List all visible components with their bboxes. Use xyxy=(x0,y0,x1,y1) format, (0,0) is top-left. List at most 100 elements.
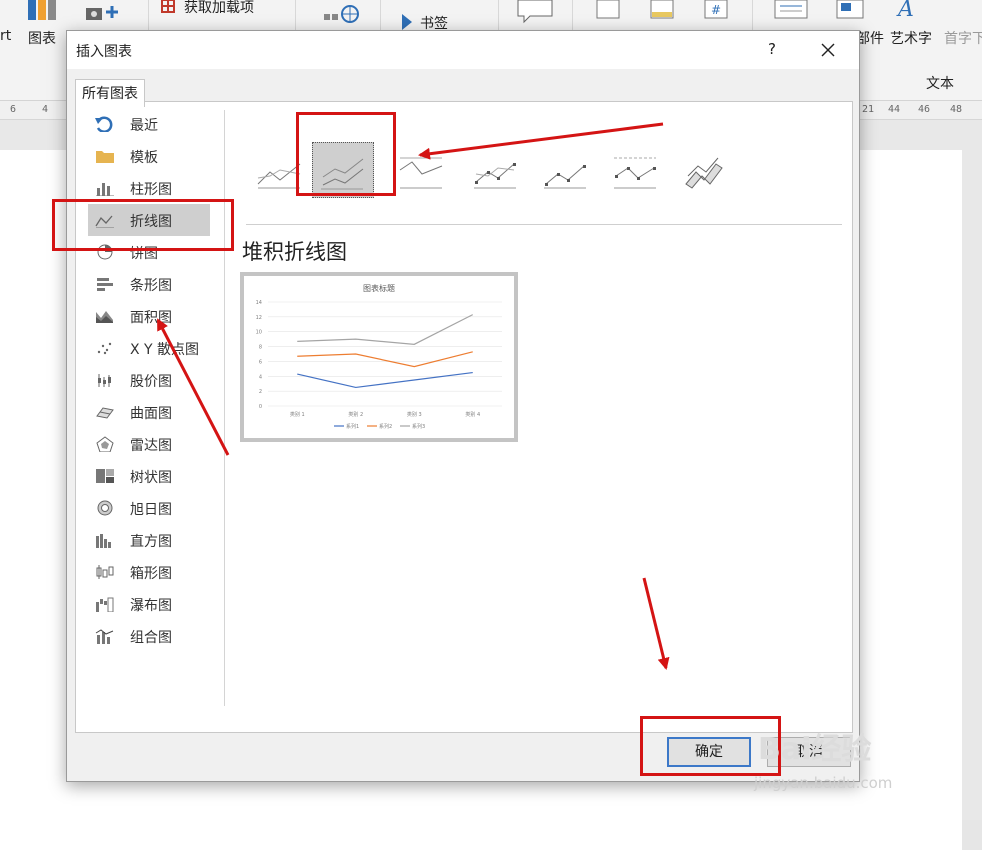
chart-subtype-line[interactable] xyxy=(250,142,312,198)
ruler-mark: 44 xyxy=(888,104,901,115)
textbox-icon[interactable] xyxy=(774,0,810,20)
chart-subtype-stacked-line[interactable] xyxy=(312,142,374,198)
close-icon[interactable] xyxy=(815,37,841,63)
x-tick-label: 类别 2 xyxy=(348,411,363,418)
chart-subtype-line-with-markers[interactable] xyxy=(466,142,528,198)
addin-icon xyxy=(161,0,175,13)
chart-category-label: 雷达图 xyxy=(130,438,172,454)
chart-category-label: 折线图 xyxy=(130,214,172,230)
waterfall-chart-icon xyxy=(96,597,114,612)
y-tick-label: 8 xyxy=(259,345,262,351)
y-tick-label: 6 xyxy=(259,359,262,365)
y-tick-label: 14 xyxy=(256,300,262,306)
chart-category-label: 曲面图 xyxy=(130,406,172,422)
wordart-button[interactable]: 艺术字 xyxy=(890,28,932,48)
dropcap-button[interactable]: 首字下 xyxy=(944,28,982,48)
bookmark-icon xyxy=(402,14,412,30)
stock-chart-icon xyxy=(98,374,111,387)
line-chart-icon xyxy=(544,165,586,189)
chart-category-label: X Y 散点图 xyxy=(130,342,200,358)
chart-category-label: 瀑布图 xyxy=(130,598,172,614)
box-chart-icon xyxy=(96,565,114,579)
dialog-titlebar[interactable]: 插入图表 ? xyxy=(67,31,859,69)
screenshot-icon[interactable] xyxy=(84,2,124,24)
chart-category-label: 直方图 xyxy=(130,534,172,550)
pie-chart-icon xyxy=(97,244,113,260)
preview-chart-title: 图表标题 xyxy=(363,283,395,293)
combo-chart-icon xyxy=(95,629,114,644)
svg-text:A: A xyxy=(896,0,914,20)
column-chart-icon xyxy=(96,183,114,196)
chart-category-16[interactable]: 组合图 xyxy=(88,620,210,652)
legend-label: 系列3 xyxy=(412,423,425,430)
chart-category-6[interactable]: 面积图 xyxy=(88,300,210,332)
chart-category-label: 模板 xyxy=(130,150,158,166)
quick-parts-icon[interactable] xyxy=(836,0,866,20)
chart-category-label: 旭日图 xyxy=(130,502,172,518)
help-button[interactable]: ? xyxy=(762,40,782,60)
chart-category-15[interactable]: 瀑布图 xyxy=(88,588,210,620)
bar-chart-icon xyxy=(97,278,113,291)
chart-category-1[interactable]: 模板 xyxy=(88,140,210,172)
sunburst-chart-icon xyxy=(97,500,113,516)
chart-category-2[interactable]: 柱形图 xyxy=(88,172,210,204)
y-tick-label: 0 xyxy=(259,404,262,410)
x-tick-label: 类别 4 xyxy=(465,411,480,418)
divider xyxy=(246,224,842,225)
preview-chart-svg: 图表标题 0 2 4 6 8 10 12 14 类别 1 类别 2 类别 3 类别 4 系列1 系列2 系列3 xyxy=(256,283,502,430)
chart-category-10[interactable]: 雷达图 xyxy=(88,428,210,460)
x-tick-label: 类别 1 xyxy=(290,411,305,418)
chart-subtype-percent-stacked-line[interactable] xyxy=(392,142,454,198)
line-chart-icon xyxy=(474,163,516,189)
scatter-chart-icon xyxy=(97,342,112,355)
chart-button[interactable]: 图表 xyxy=(28,28,56,48)
ruler-mark: 46 xyxy=(918,104,931,115)
dialog-title: 插入图表 xyxy=(76,44,132,60)
selected-subtype-name: 堆积折线图 xyxy=(242,240,347,264)
chart-category-label: 柱形图 xyxy=(130,182,172,198)
footer-icon[interactable] xyxy=(650,0,676,20)
ruler-mark: 6 xyxy=(10,104,17,115)
tab-all-charts[interactable]: 所有图表 xyxy=(75,79,145,107)
header-icon[interactable] xyxy=(596,0,622,20)
y-tick-label: 2 xyxy=(259,389,262,395)
cancel-button[interactable]: 取消 xyxy=(767,737,851,767)
chart-subtype-3d-line[interactable] xyxy=(676,142,738,198)
page-number-icon[interactable]: # xyxy=(704,0,730,20)
radar-chart-icon xyxy=(96,436,114,452)
svg-text:#: # xyxy=(711,3,721,17)
chart-category-13[interactable]: 直方图 xyxy=(88,524,210,556)
line-chart-icon xyxy=(399,157,443,189)
chart-category-11[interactable]: 树状图 xyxy=(88,460,210,492)
chart-category-3[interactable]: 折线图 xyxy=(88,204,210,236)
histogram-chart-icon xyxy=(96,534,111,548)
group-label-text: 文本 xyxy=(926,76,954,92)
chart-category-label: 最近 xyxy=(130,118,158,134)
y-tick-label: 4 xyxy=(259,374,262,380)
chart-category-label: 组合图 xyxy=(130,630,172,646)
chart-category-12[interactable]: 旭日图 xyxy=(88,492,210,524)
chart-category-4[interactable]: 饼图 xyxy=(88,236,210,268)
chart-category-14[interactable]: 箱形图 xyxy=(88,556,210,588)
online-video-icon[interactable] xyxy=(322,2,362,24)
chart-subtype-stacked-line-with-markers[interactable] xyxy=(536,142,598,198)
chart-preview[interactable]: 图表标题 0 2 4 6 8 10 12 14 类别 1 类别 2 类别 3 类别 4 系列1 系列2 系列3 xyxy=(240,272,518,442)
chart-category-8[interactable]: 股价图 xyxy=(88,364,210,396)
comment-icon[interactable] xyxy=(516,0,556,24)
ok-button[interactable]: 确定 xyxy=(667,737,751,767)
chart-category-list: 最近模板柱形图折线图饼图 条形图 面积图 X Y 散点图股价图曲面图雷达图树状图旭日图… xyxy=(88,108,228,652)
get-addins-button[interactable]: 获取加载项 xyxy=(184,0,254,17)
ruler-mark: 21 xyxy=(862,104,875,115)
chart-category-label: 箱形图 xyxy=(130,566,172,582)
quick-parts-label[interactable]: 部件 xyxy=(856,28,884,48)
y-tick-label: 10 xyxy=(256,330,262,336)
chart-category-5[interactable]: 条形图 xyxy=(88,268,210,300)
chart-subtype-percent-stacked-line-with-markers[interactable] xyxy=(606,142,668,198)
chart-category-9[interactable]: 曲面图 xyxy=(88,396,210,428)
chart-category-0[interactable]: 最近 xyxy=(88,108,210,140)
recent-icon xyxy=(95,116,113,132)
chart-category-7[interactable]: X Y 散点图 xyxy=(88,332,210,364)
chart-category-label: 树状图 xyxy=(130,470,172,486)
insert-chart-dialog: 插入图表 ? 所有图表 最近模板柱形图折线图饼图 条形图 面积图 X Y 散点图股价图… xyxy=(66,30,860,782)
wordart-icon[interactable]: A xyxy=(896,0,926,20)
